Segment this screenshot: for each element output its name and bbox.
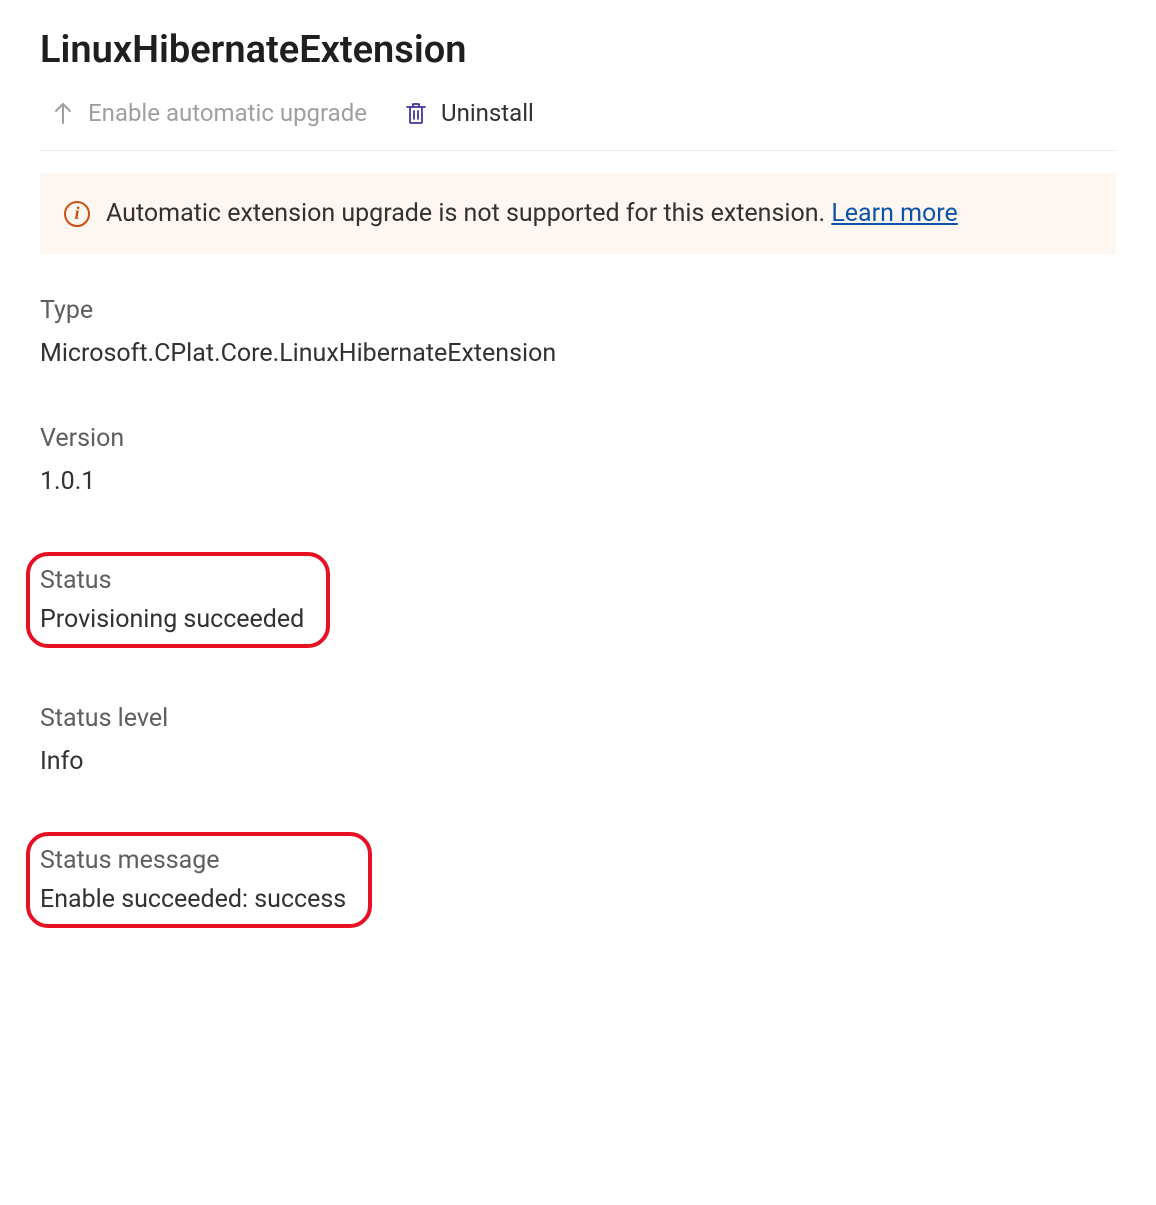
field-status-message: Status message Enable succeeded: success xyxy=(40,846,346,914)
info-icon: i xyxy=(64,201,90,227)
type-value: Microsoft.CPlat.Core.LinuxHibernateExten… xyxy=(40,339,1116,368)
toolbar: Enable automatic upgrade Uninstall xyxy=(40,100,1116,151)
field-status: Status Provisioning succeeded xyxy=(40,566,304,634)
uninstall-label: Uninstall xyxy=(441,101,534,125)
field-type: Type Microsoft.CPlat.Core.LinuxHibernate… xyxy=(40,296,1116,368)
field-status-level: Status level Info xyxy=(40,704,1116,776)
status-value: Provisioning succeeded xyxy=(40,605,304,634)
field-version: Version 1.0.1 xyxy=(40,424,1116,496)
info-banner: i Automatic extension upgrade is not sup… xyxy=(40,173,1116,254)
type-label: Type xyxy=(40,296,1116,325)
status-level-label: Status level xyxy=(40,704,1116,733)
learn-more-link[interactable]: Learn more xyxy=(831,199,957,228)
status-message-value: Enable succeeded: success xyxy=(40,885,346,914)
trash-icon xyxy=(403,100,429,126)
uninstall-button[interactable]: Uninstall xyxy=(403,100,534,126)
status-label: Status xyxy=(40,566,304,595)
banner-text: Automatic extension upgrade is not suppo… xyxy=(106,199,958,228)
extension-detail-page: LinuxHibernateExtension Enable automatic… xyxy=(0,0,1156,1024)
status-highlight: Status Provisioning succeeded xyxy=(26,552,330,648)
status-message-label: Status message xyxy=(40,846,346,875)
banner-message: Automatic extension upgrade is not suppo… xyxy=(106,199,831,228)
enable-auto-upgrade-button: Enable automatic upgrade xyxy=(50,100,367,126)
version-label: Version xyxy=(40,424,1116,453)
status-level-value: Info xyxy=(40,747,1116,776)
enable-auto-upgrade-label: Enable automatic upgrade xyxy=(88,101,367,125)
status-message-highlight: Status message Enable succeeded: success xyxy=(26,832,372,928)
arrow-up-icon xyxy=(50,100,76,126)
version-value: 1.0.1 xyxy=(40,467,1116,496)
page-title: LinuxHibernateExtension xyxy=(40,28,1116,72)
